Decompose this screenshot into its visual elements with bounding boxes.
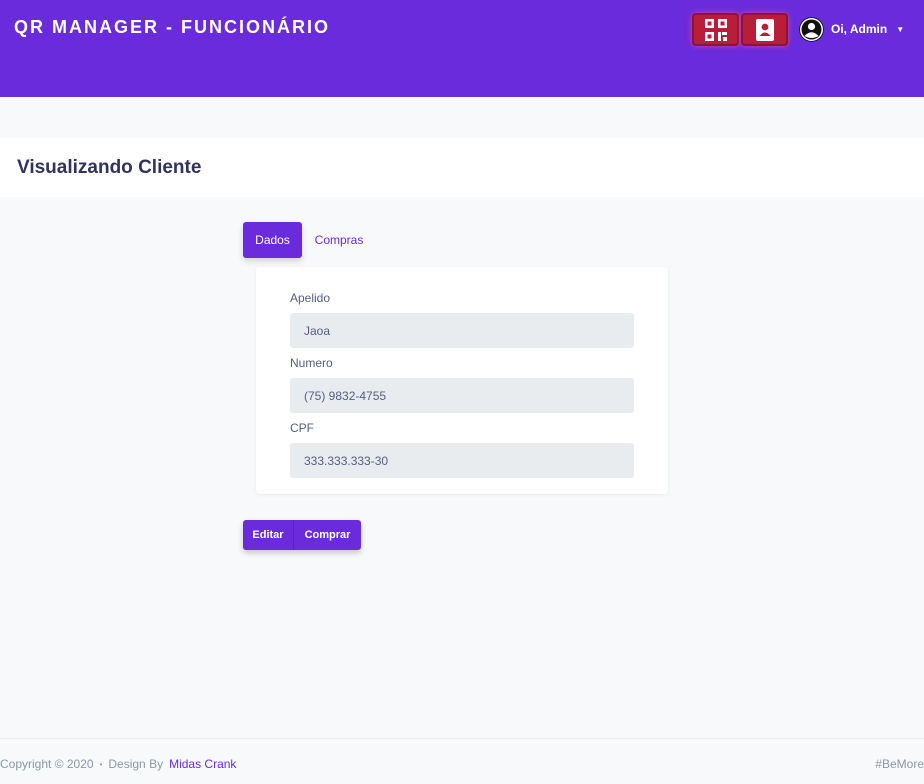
designer-link[interactable]: Midas Crank xyxy=(169,757,236,771)
footer-hashtag: #BeMore xyxy=(875,757,924,771)
tab-dados[interactable]: Dados xyxy=(243,222,302,258)
footer-divider xyxy=(0,738,924,739)
user-greeting: Oi, Admin xyxy=(831,22,888,36)
contacts-button[interactable] xyxy=(741,13,788,46)
qr-code-button[interactable] xyxy=(692,13,739,46)
footer-separator: • xyxy=(99,759,103,769)
page-header: Visualizando Cliente xyxy=(0,138,924,197)
client-data-card: Apelido Numero CPF xyxy=(256,267,668,494)
brand-title[interactable]: QR MANAGER - FUNCIONÁRIO xyxy=(14,17,330,38)
copyright-text: Copyright © 2020 xyxy=(0,757,94,771)
buy-button[interactable]: Comprar xyxy=(294,520,361,550)
top-navbar: QR MANAGER - FUNCIONÁRIO Oi, Admin ▼ xyxy=(0,0,924,97)
apelido-label: Apelido xyxy=(290,291,331,305)
tab-compras[interactable]: Compras xyxy=(305,222,373,258)
footer-copyright: Copyright © 2020 • Design By Midas Crank xyxy=(0,757,236,771)
cpf-field[interactable] xyxy=(290,443,634,478)
chevron-down-icon: ▼ xyxy=(896,24,905,34)
numero-field[interactable] xyxy=(290,378,634,413)
cpf-label: CPF xyxy=(290,421,314,435)
qr-code-icon xyxy=(704,18,727,41)
numero-label: Numero xyxy=(290,356,333,370)
edit-button[interactable]: Editar xyxy=(243,520,294,550)
address-book-icon xyxy=(755,18,774,41)
page-title: Visualizando Cliente xyxy=(17,157,202,178)
design-by-text: Design By xyxy=(108,757,164,771)
user-menu-dropdown[interactable]: Oi, Admin ▼ xyxy=(799,16,904,42)
apelido-field[interactable] xyxy=(290,313,634,348)
action-button-group: Editar Comprar xyxy=(243,520,361,550)
user-avatar-icon xyxy=(799,16,824,42)
